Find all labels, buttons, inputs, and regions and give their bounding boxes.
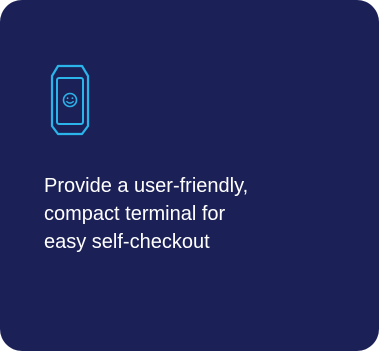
smiley-terminal-icon (50, 64, 90, 136)
feature-card: Provide a user-friendly, compact termina… (0, 0, 379, 351)
feature-description: Provide a user-friendly, compact termina… (44, 175, 249, 253)
